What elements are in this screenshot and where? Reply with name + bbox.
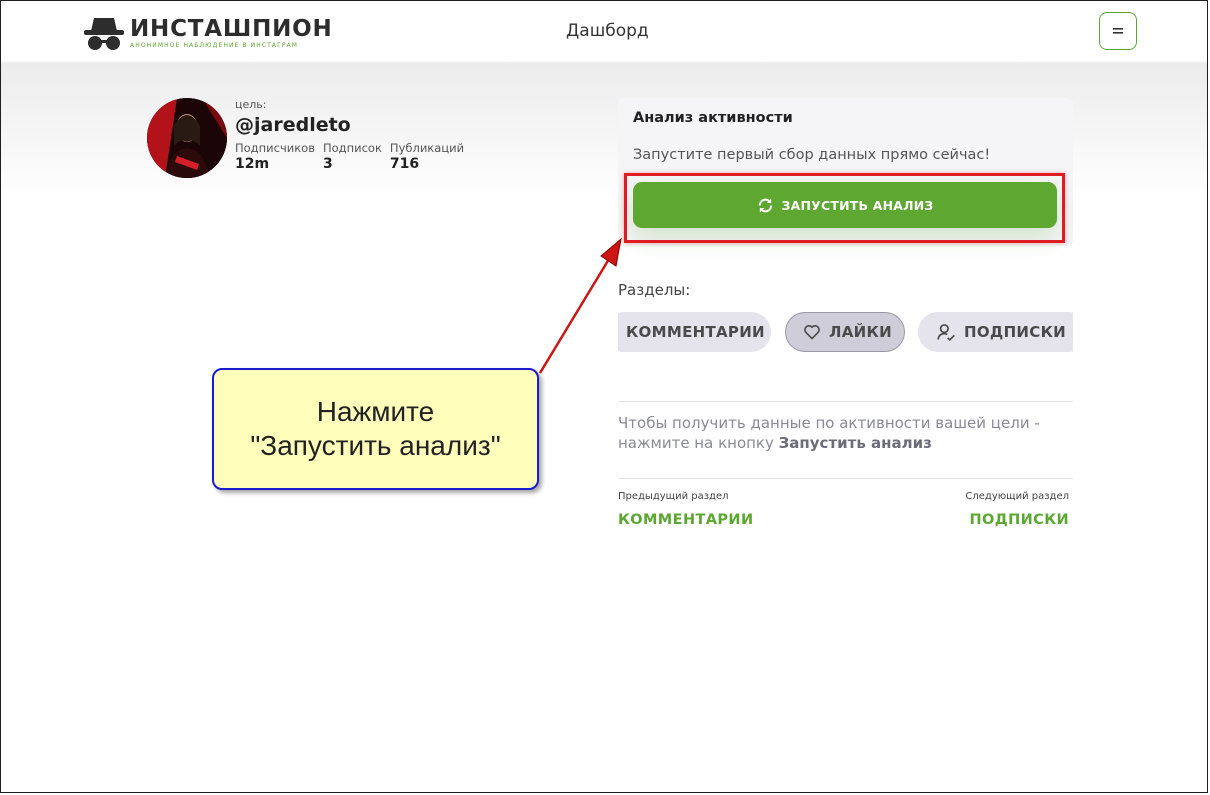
callout-line2: "Запустить анализ"	[250, 430, 501, 461]
pointer-arrow	[538, 237, 622, 374]
screenshot-frame: ИНСТАШПИОН АНОНИМНОЕ НАБЛЮДЕНИЕ В ИНСТАГ…	[0, 0, 1208, 793]
instruction-callout: Нажмите "Запустить анализ"	[212, 368, 539, 490]
callout-line1: Нажмите	[316, 396, 435, 427]
